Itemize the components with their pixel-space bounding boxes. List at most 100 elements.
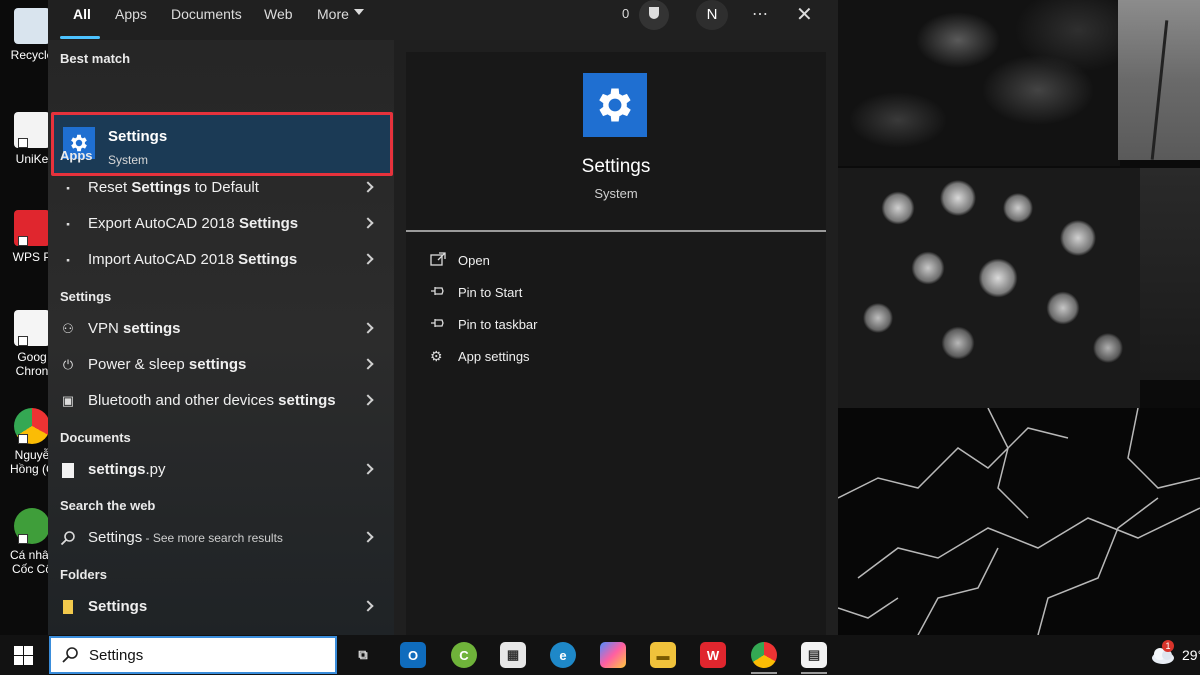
preview-subtitle: System [594, 186, 638, 201]
trophy-icon[interactable] [639, 0, 669, 30]
shortcut-arrow-icon [18, 434, 28, 444]
more-options-icon[interactable]: ⋯ [752, 4, 769, 24]
tab-web[interactable]: Web [264, 6, 293, 26]
bluetooth-devices-icon: ▣ [61, 393, 75, 408]
windows-logo-icon [24, 646, 33, 655]
document-result-settings-py[interactable]: settings.py [48, 453, 394, 487]
power-icon: ⏻ [62, 357, 74, 372]
coccoc-icon [14, 508, 50, 544]
action-label: Open [458, 253, 490, 268]
windows-logo-icon [14, 646, 23, 655]
taskbar-search-box[interactable]: Settings [49, 636, 337, 674]
weather-temperature: 29° [1182, 647, 1200, 663]
document-icon [60, 462, 76, 478]
best-match-settings[interactable]: Settings System [51, 112, 393, 176]
search-filter-bar: All Apps Documents Web More 0 N ⋯ ✕ [48, 0, 838, 40]
running-indicator [801, 672, 827, 674]
wps-icon [14, 210, 50, 246]
section-header-best-match: Best match [60, 51, 131, 66]
action-pin-to-taskbar[interactable]: Pin to taskbar [430, 314, 730, 338]
chevron-right-icon[interactable] [362, 358, 374, 370]
action-label: App settings [458, 349, 530, 364]
chrome-icon[interactable] [751, 642, 777, 668]
avatar[interactable]: N [696, 0, 728, 30]
app-shortcut-icon: ⬝ [66, 216, 70, 231]
section-header-web: Search the web [60, 498, 156, 513]
chevron-right-icon[interactable] [362, 531, 374, 543]
app-result-reset-settings[interactable]: ⬝ Reset Settings to Default [48, 171, 394, 205]
google-chrome-shortcut-icon [14, 310, 50, 346]
result-label: Import AutoCAD 2018 Settings [88, 251, 298, 268]
wallpaper-clouds [838, 0, 1120, 166]
coccoc-taskbar-icon[interactable]: C [451, 642, 477, 668]
section-header-documents: Documents [60, 430, 131, 445]
chevron-right-icon[interactable] [362, 394, 374, 406]
app-shortcut-icon: ⬝ [66, 252, 70, 267]
result-label: Power & sleep settings [88, 356, 247, 373]
gear-icon [599, 88, 631, 122]
chrome-profile-icon [14, 408, 50, 444]
result-label: Bluetooth and other devices settings [88, 392, 336, 409]
notepad-icon[interactable]: ▤ [801, 642, 827, 668]
result-label: Export AutoCAD 2018 Settings [88, 215, 299, 232]
wallpaper-palm [1118, 0, 1200, 160]
chevron-right-icon[interactable] [362, 253, 374, 265]
app-result-import-autocad[interactable]: ⬝ Import AutoCAD 2018 Settings [48, 243, 394, 277]
file-explorer-icon[interactable]: ▬ [650, 642, 676, 668]
shortcut-arrow-icon [18, 138, 28, 148]
tab-apps[interactable]: Apps [115, 6, 147, 26]
chevron-right-icon[interactable] [362, 322, 374, 334]
search-panel: All Apps Documents Web More 0 N ⋯ ✕ Best… [48, 0, 838, 635]
section-header-apps: Apps [60, 148, 93, 163]
preview-title: Settings [581, 156, 651, 177]
section-header-settings: Settings [60, 289, 112, 304]
tab-documents[interactable]: Documents [171, 6, 242, 26]
search-input[interactable]: Settings [89, 647, 143, 664]
windows-start-button[interactable] [14, 646, 34, 666]
recycle-bin-icon [14, 8, 50, 44]
folder-result-settings[interactable]: Settings [48, 590, 394, 624]
task-view-icon[interactable]: ⧉ [350, 642, 376, 668]
close-icon[interactable]: ✕ [796, 2, 813, 27]
settings-result-power-sleep[interactable]: ⏻ Power & sleep settings [48, 348, 394, 382]
action-app-settings[interactable]: ⚙ App settings [430, 346, 730, 370]
chevron-right-icon[interactable] [362, 463, 374, 475]
chevron-right-icon[interactable] [362, 217, 374, 229]
edge-icon[interactable]: e [550, 642, 576, 668]
action-pin-to-start[interactable]: Pin to Start [430, 282, 730, 306]
result-label: Settings - See more search results [88, 529, 283, 546]
windows-logo-icon [24, 656, 33, 665]
best-match-subtitle: System [108, 153, 149, 167]
chevron-right-icon[interactable] [362, 600, 374, 612]
result-label: VPN settings [88, 320, 181, 337]
outlook-icon[interactable]: O [400, 642, 426, 668]
tab-more[interactable]: More [317, 6, 349, 26]
gear-icon: ⚙ [430, 348, 443, 364]
chevron-right-icon[interactable] [362, 181, 374, 193]
unikey-icon [14, 112, 50, 148]
tab-all[interactable]: All [73, 6, 91, 26]
open-icon [430, 252, 448, 268]
section-header-folders: Folders [60, 567, 107, 582]
store-icon[interactable]: ▦ [500, 642, 526, 668]
pin-icon [430, 316, 448, 332]
settings-result-bluetooth[interactable]: ▣ Bluetooth and other devices settings [48, 384, 394, 418]
copilot-icon[interactable] [600, 642, 626, 668]
best-match-title: Settings [108, 128, 168, 145]
result-label: settings.py [88, 461, 166, 478]
notification-badge: 1 [1162, 640, 1174, 652]
preview-pane: Settings System Open Pin to Start Pin to… [406, 52, 826, 635]
taskbar: Settings ⧉ O C ▦ e ▬ W ▤ 1 29° [0, 635, 1200, 675]
pin-icon [430, 284, 448, 300]
app-result-export-autocad[interactable]: ⬝ Export AutoCAD 2018 Settings [48, 207, 394, 241]
action-label: Pin to Start [458, 285, 523, 300]
wallpaper-roses [838, 168, 1140, 408]
settings-result-vpn[interactable]: ⚇ VPN settings [48, 312, 394, 346]
chevron-down-icon [354, 9, 364, 15]
web-result-settings[interactable]: Settings - See more search results [48, 521, 394, 555]
divider [406, 230, 826, 232]
shortcut-arrow-icon [18, 336, 28, 346]
wps-taskbar-icon[interactable]: W [700, 642, 726, 668]
action-label: Pin to taskbar [458, 317, 538, 332]
action-open[interactable]: Open [430, 250, 730, 274]
